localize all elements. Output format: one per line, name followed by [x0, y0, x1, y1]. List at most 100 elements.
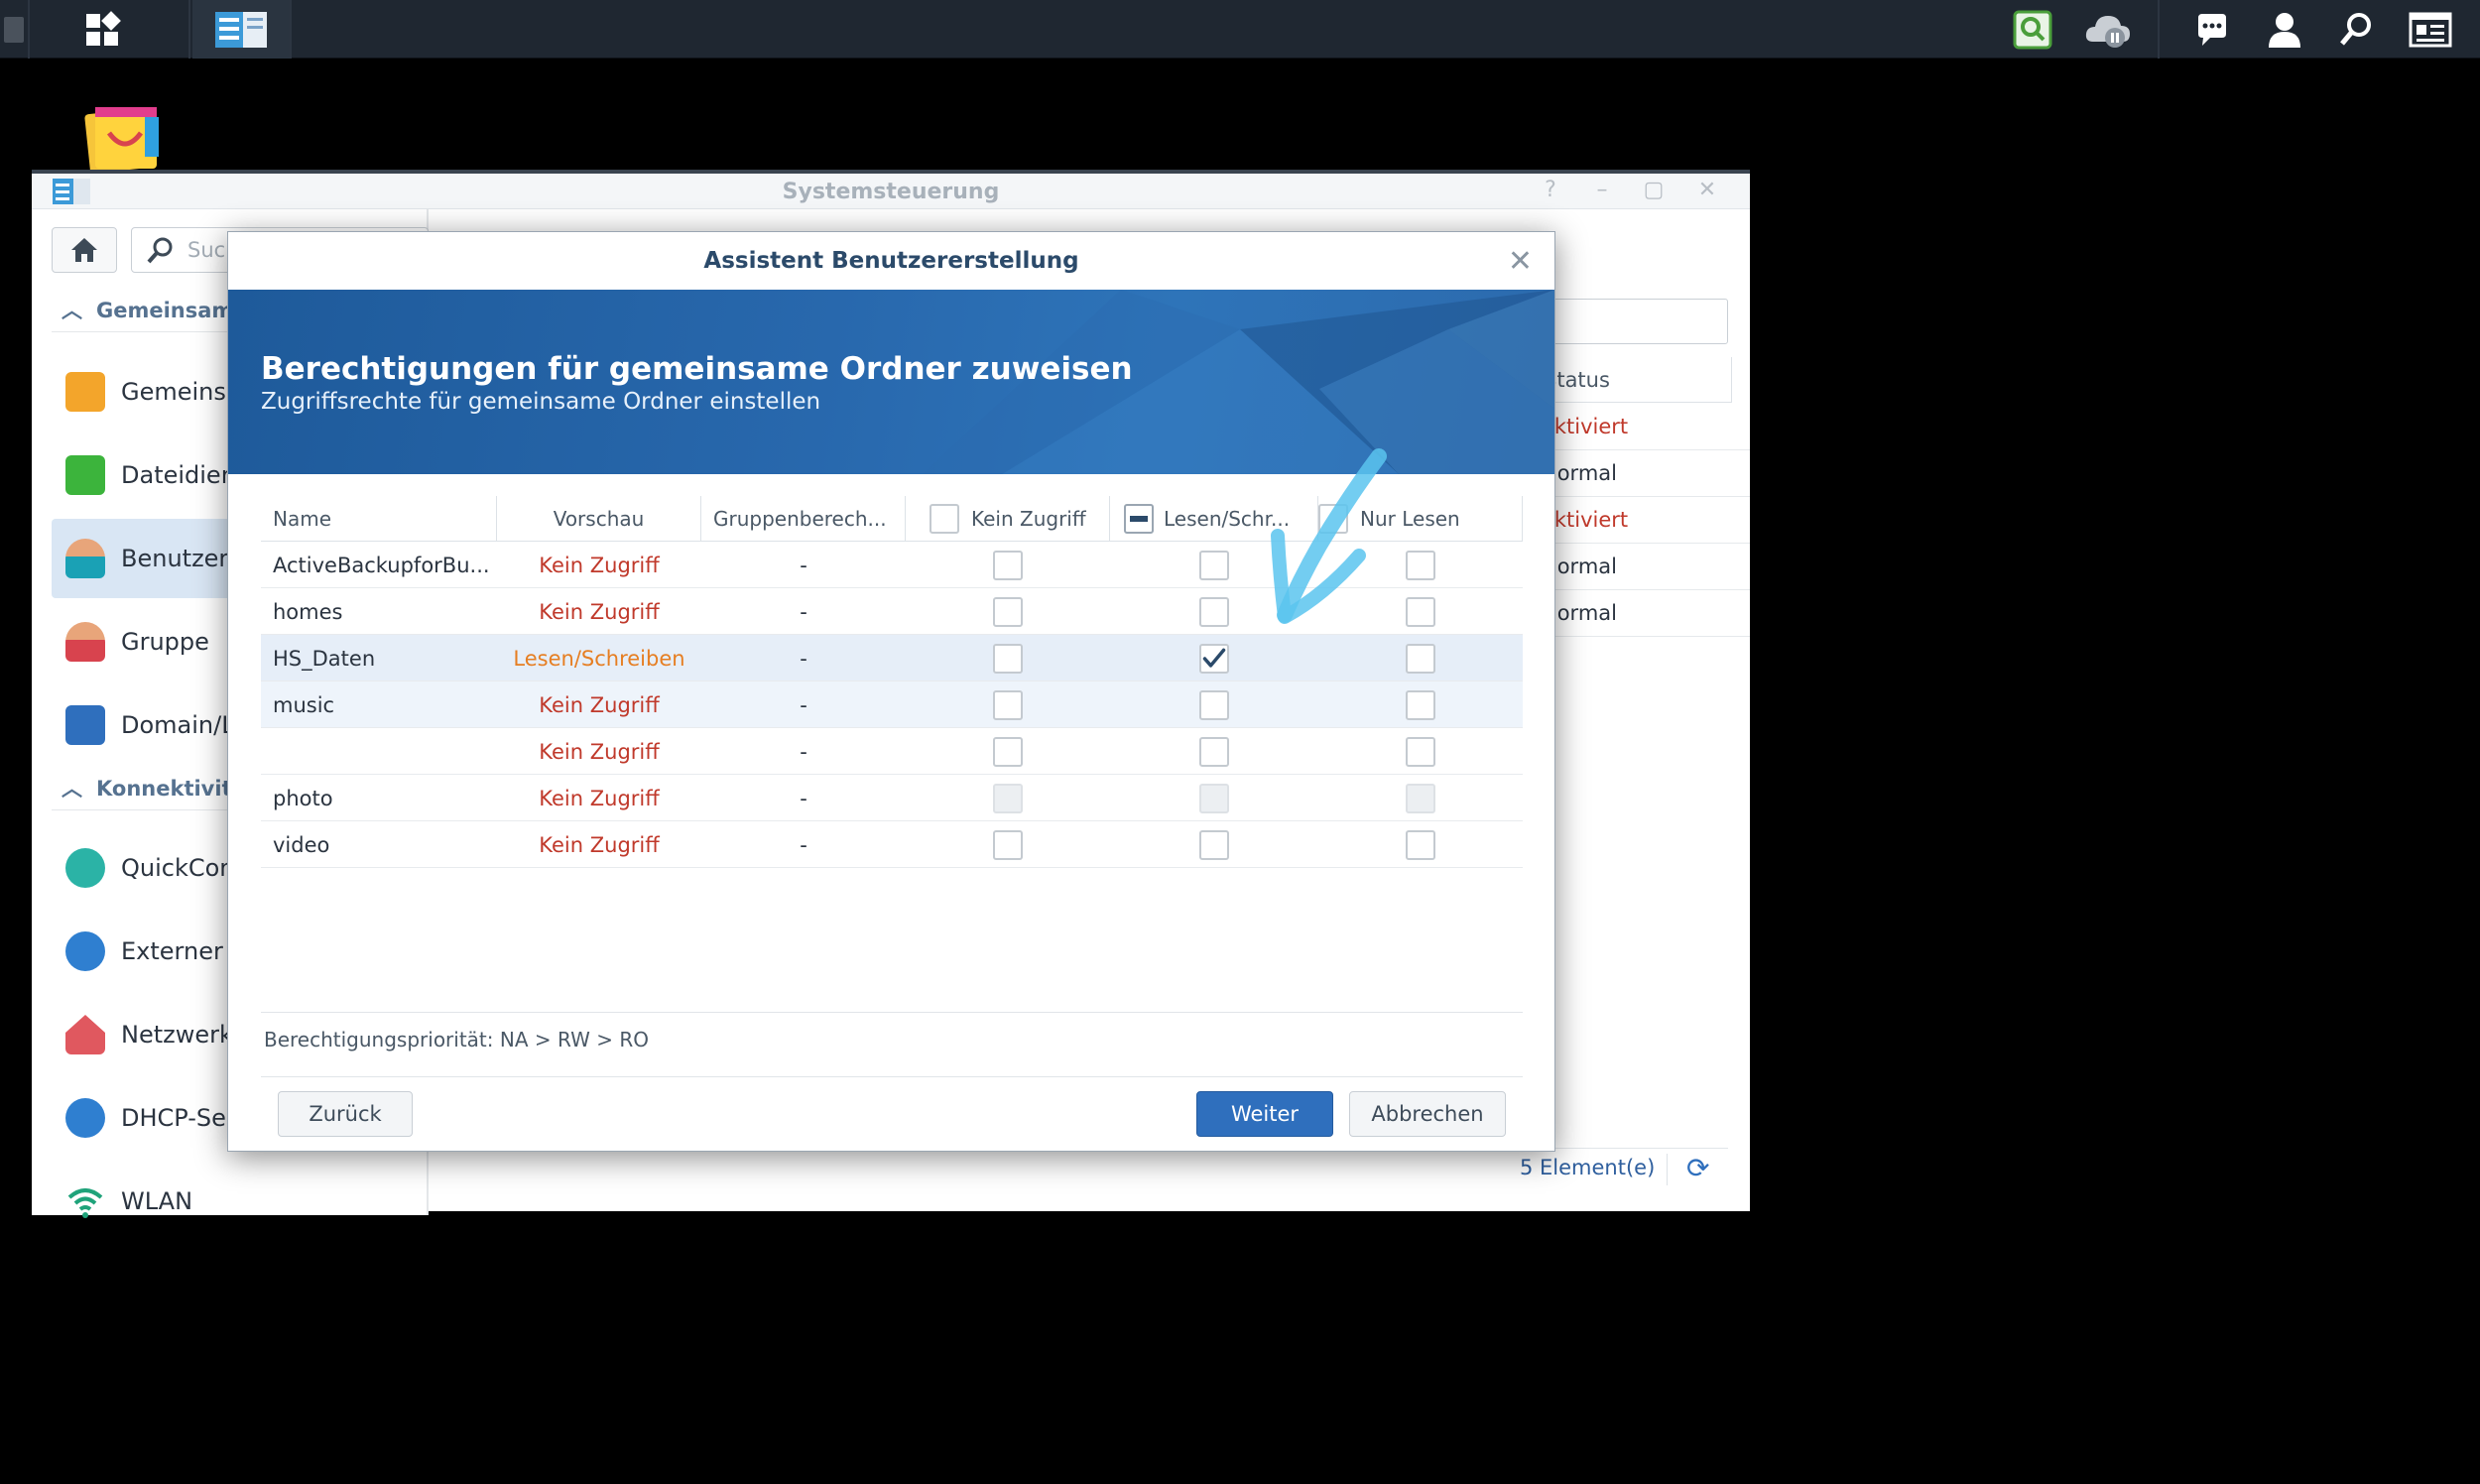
no-access-checkbox[interactable]: [993, 596, 1023, 627]
group-permission-value: -: [800, 553, 807, 577]
status-cell: aktiviert: [1540, 404, 1750, 450]
group-permission-value: -: [800, 786, 807, 810]
read-write-checkbox[interactable]: [1199, 689, 1229, 720]
read-write-checkbox[interactable]: [1199, 783, 1229, 813]
window-titlebar[interactable]: Systemsteuerung ? – ▢ ✕: [32, 174, 1750, 209]
cancel-button[interactable]: Abbrechen: [1349, 1091, 1506, 1137]
folder-name-cell: video: [261, 821, 497, 868]
no-access-checkbox[interactable]: [993, 736, 1023, 767]
banner-title: Berechtigungen für gemeinsame Ordner zuw…: [261, 351, 1133, 387]
taskbar: [0, 0, 2480, 59]
read-only-checkbox[interactable]: [1406, 596, 1435, 627]
read-write-checkbox[interactable]: [1199, 829, 1229, 860]
read-write-checkbox[interactable]: [1199, 643, 1229, 674]
no-access-all-checkbox[interactable]: [930, 503, 959, 534]
preview-cell: Kein Zugriff: [497, 775, 701, 821]
no-access-cell: [906, 588, 1110, 635]
folder-name: music: [273, 692, 335, 717]
read-write-checkbox[interactable]: [1199, 736, 1229, 767]
widgets-icon[interactable]: [2405, 0, 2456, 59]
read-only-checkbox[interactable]: [1406, 736, 1435, 767]
read-write-all-checkbox[interactable]: [1124, 503, 1154, 534]
read-only-checkbox[interactable]: [1406, 829, 1435, 860]
no-access-checkbox[interactable]: [993, 550, 1023, 580]
package-center-desktop-icon[interactable]: [81, 103, 165, 174]
folder-name-cell: [261, 728, 497, 775]
no-access-checkbox[interactable]: [993, 783, 1023, 813]
help-icon[interactable]: ?: [1536, 178, 1565, 205]
sidebar-section-connectivity[interactable]: ︿ Konnektivit: [62, 773, 232, 803]
back-button[interactable]: Zurück: [278, 1091, 413, 1137]
column-header-preview[interactable]: Vorschau: [497, 496, 701, 542]
main-menu-icon[interactable]: [30, 0, 175, 59]
divider: [261, 1076, 1523, 1077]
no-access-checkbox[interactable]: [993, 689, 1023, 720]
network-home-icon: [65, 1015, 105, 1054]
no-access-checkbox[interactable]: [993, 643, 1023, 674]
folder-name-cell: photo: [261, 775, 497, 821]
read-write-checkbox[interactable]: [1199, 550, 1229, 580]
sidebar-item-label: Benutzer: [121, 545, 229, 572]
read-only-checkbox[interactable]: [1406, 643, 1435, 674]
minimize-icon[interactable]: –: [1587, 178, 1617, 205]
maximize-icon[interactable]: ▢: [1639, 178, 1669, 205]
mini-icon[interactable]: [0, 0, 28, 59]
search-icon[interactable]: [2331, 0, 2381, 59]
group-permission-value: -: [800, 739, 807, 764]
preview-value: Kein Zugriff: [539, 599, 660, 624]
no-access-cell: [906, 821, 1110, 868]
globe-icon: [65, 931, 105, 971]
preview-cell: Kein Zugriff: [497, 542, 701, 588]
refresh-icon[interactable]: ⟳: [1686, 1152, 1709, 1184]
folder-name-cell: ActiveBackupforBu...: [261, 542, 497, 588]
column-header-name[interactable]: Name: [261, 496, 497, 542]
sidebar-section-shared[interactable]: ︿ Gemeinsam: [62, 295, 233, 324]
home-icon: [71, 238, 97, 262]
priority-note: Berechtigungspriorität: NA > RW > RO: [264, 1028, 649, 1051]
group-permission-cell: -: [701, 681, 906, 728]
close-window-icon[interactable]: ✕: [1692, 178, 1722, 205]
no-access-cell: [906, 681, 1110, 728]
search-green-icon[interactable]: [2008, 0, 2057, 59]
read-only-checkbox[interactable]: [1406, 783, 1435, 813]
window-title: Systemsteuerung: [782, 180, 1000, 204]
column-header-group[interactable]: Gruppenberech...: [701, 496, 906, 542]
read-write-cell: [1110, 728, 1318, 775]
separator: [2158, 0, 2160, 59]
read-only-checkbox[interactable]: [1406, 689, 1435, 720]
next-button[interactable]: Weiter: [1196, 1091, 1333, 1137]
read-only-cell: [1318, 635, 1523, 681]
no-access-checkbox[interactable]: [993, 829, 1023, 860]
table-row[interactable]: music Kein Zugriff -: [261, 681, 1523, 728]
preview-value: Kein Zugriff: [539, 832, 660, 857]
home-button[interactable]: [52, 227, 117, 273]
read-only-cell: [1318, 728, 1523, 775]
preview-cell: Kein Zugriff: [497, 588, 701, 635]
status-cell: Normal: [1540, 450, 1750, 497]
folder-name: video: [273, 832, 330, 857]
read-only-checkbox[interactable]: [1406, 550, 1435, 580]
preview-cell: Kein Zugriff: [497, 821, 701, 868]
user-icon[interactable]: [2260, 0, 2309, 59]
chat-icon[interactable]: [2187, 0, 2237, 59]
separator: [290, 0, 292, 59]
read-write-checkbox[interactable]: [1199, 596, 1229, 627]
read-write-cell: [1110, 775, 1318, 821]
table-row[interactable]: HS_Daten Lesen/Schreiben -: [261, 635, 1523, 681]
sidebar-item-wlan[interactable]: WLAN: [52, 1162, 419, 1241]
control-panel-taskbar-icon[interactable]: [192, 0, 290, 59]
table-row[interactable]: Kein Zugriff -: [261, 728, 1523, 775]
folder-name: homes: [273, 599, 343, 624]
status-cell: Normal: [1540, 544, 1750, 590]
read-only-cell: [1318, 821, 1523, 868]
status-cell: aktiviert: [1540, 497, 1750, 544]
search-icon: [147, 237, 173, 264]
dhcp-icon: [65, 1098, 105, 1138]
column-header-no-access[interactable]: Kein Zugriff: [906, 496, 1110, 542]
domain-icon: [65, 705, 105, 745]
close-icon[interactable]: ✕: [1508, 244, 1533, 279]
cloud-pause-icon[interactable]: [2078, 0, 2138, 59]
table-row[interactable]: video Kein Zugriff -: [261, 821, 1523, 868]
table-row[interactable]: photo Kein Zugriff -: [261, 775, 1523, 821]
status-column-header[interactable]: Status: [1540, 357, 1732, 403]
